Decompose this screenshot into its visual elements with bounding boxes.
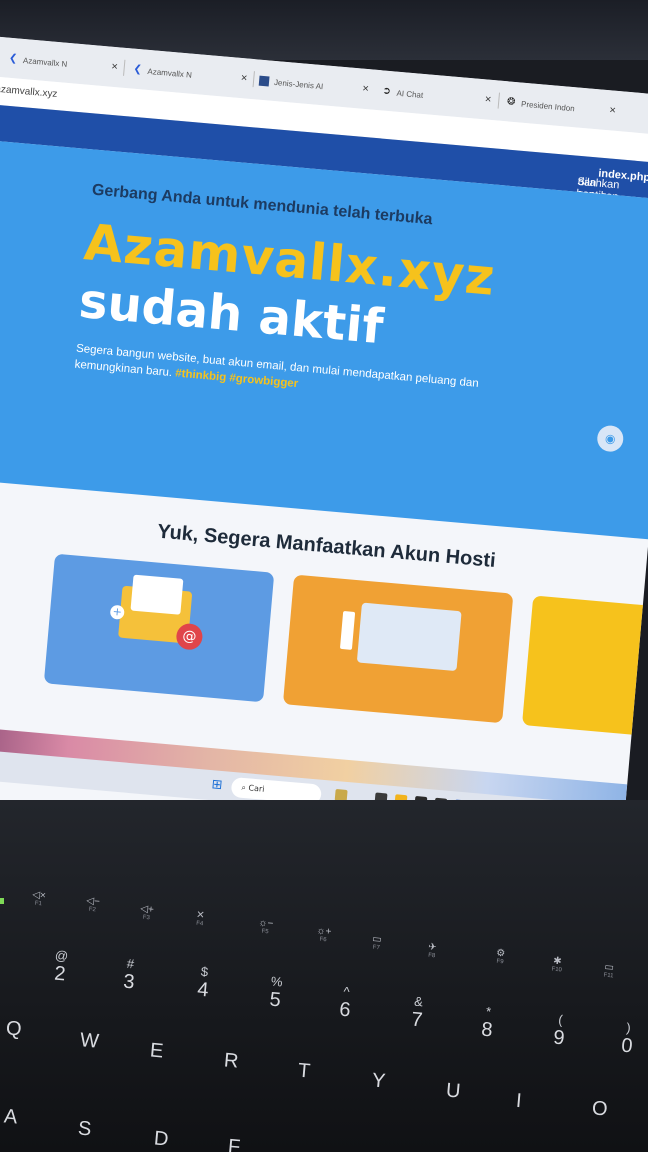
tab-title: Jenis-Jenis AI [273, 77, 324, 91]
key-u[interactable]: U [445, 1079, 461, 1103]
hero-description: Segera bangun website, buat akun email, … [74, 342, 480, 391]
key-f5[interactable]: ☼− F5 [257, 917, 274, 935]
browser-tab[interactable]: ❂ Presiden Indon × [505, 91, 617, 123]
tab-title: Azamvallx N [147, 66, 193, 80]
browser-tab[interactable]: ❮ Azamvallx N × [7, 48, 118, 80]
chatgpt-icon: ❂ [506, 96, 516, 109]
key-t[interactable]: T [297, 1060, 311, 1084]
chat-widget-icon[interactable]: ◉ [596, 424, 625, 453]
key-f4[interactable]: ✕ F4 [195, 910, 205, 928]
key-f10[interactable]: ✱ F10 [551, 956, 563, 974]
power-led [0, 898, 4, 904]
key-s[interactable]: S [77, 1117, 92, 1141]
close-icon[interactable]: × [111, 61, 118, 74]
tab-title: Azamvallx N [22, 55, 68, 69]
key-r[interactable]: R [223, 1049, 239, 1073]
key-w[interactable]: W [79, 1029, 100, 1054]
browser-tab[interactable]: Jenis-Jenis AI × [258, 70, 369, 102]
feature-card-other[interactable] [521, 595, 648, 745]
key-a[interactable]: A [3, 1105, 18, 1129]
url-text: azamvallx.xyz [0, 83, 58, 101]
key-f6[interactable]: ☼+ F6 [315, 925, 332, 943]
browser-tab[interactable]: ➲ AI Chat × [381, 80, 492, 112]
key-f8[interactable]: ✈ F8 [427, 942, 437, 960]
key-f9[interactable]: ⚙ F9 [495, 948, 506, 966]
key-f1[interactable]: ◁× F1 [31, 889, 46, 907]
azamvallx-logo-icon: ❮ [8, 52, 18, 65]
close-icon[interactable]: × [362, 83, 369, 96]
browser-tab[interactable]: ❮ Azamvallx N × [132, 59, 248, 91]
laptop-screen: ❮ Azamvallx N × ❮ Azamvallx N × Jenis-Je… [0, 36, 648, 865]
feature-card-website[interactable] [282, 574, 514, 724]
close-icon[interactable]: × [609, 104, 616, 117]
key-q[interactable]: Q [5, 1017, 23, 1041]
hero-section: Gerbang Anda untuk mendunia telah terbuk… [0, 139, 648, 540]
section-title: Yuk, Segera Manfaatkan Akun Hosti [156, 520, 497, 573]
photo-scene: ❮ Azamvallx N × ❮ Azamvallx N × Jenis-Je… [0, 0, 648, 1152]
site-favicon-icon [258, 75, 270, 87]
ai-chat-icon: ➲ [382, 85, 392, 98]
key-f7[interactable]: ▭ F7 [371, 934, 382, 952]
azamvallx-logo-icon: ❮ [132, 63, 143, 76]
key-f11[interactable]: ▭ F11 [603, 962, 614, 980]
key-y[interactable]: Y [371, 1069, 386, 1093]
key-f[interactable]: F [227, 1136, 241, 1152]
key-f3[interactable]: ◁+ F3 [139, 903, 154, 921]
windows-start-icon[interactable]: ⊞ [211, 777, 226, 793]
close-icon[interactable]: × [240, 72, 247, 85]
website-mockup-icon [339, 602, 462, 672]
key-d[interactable]: D [153, 1127, 169, 1151]
tab-title: AI Chat [396, 88, 424, 100]
laptop-keyboard [0, 800, 648, 1152]
at-sign-icon: @ [175, 622, 204, 651]
key-f2[interactable]: ◁− F2 [85, 895, 100, 913]
close-icon[interactable]: × [484, 93, 491, 106]
key-o[interactable]: O [591, 1097, 608, 1121]
notice-text: Silahkan hapus file index.php dan gantik… [573, 168, 648, 239]
feature-card-email[interactable]: + @ [43, 553, 275, 703]
key-e[interactable]: E [149, 1039, 164, 1063]
tab-title: Presiden Indon [520, 99, 576, 113]
